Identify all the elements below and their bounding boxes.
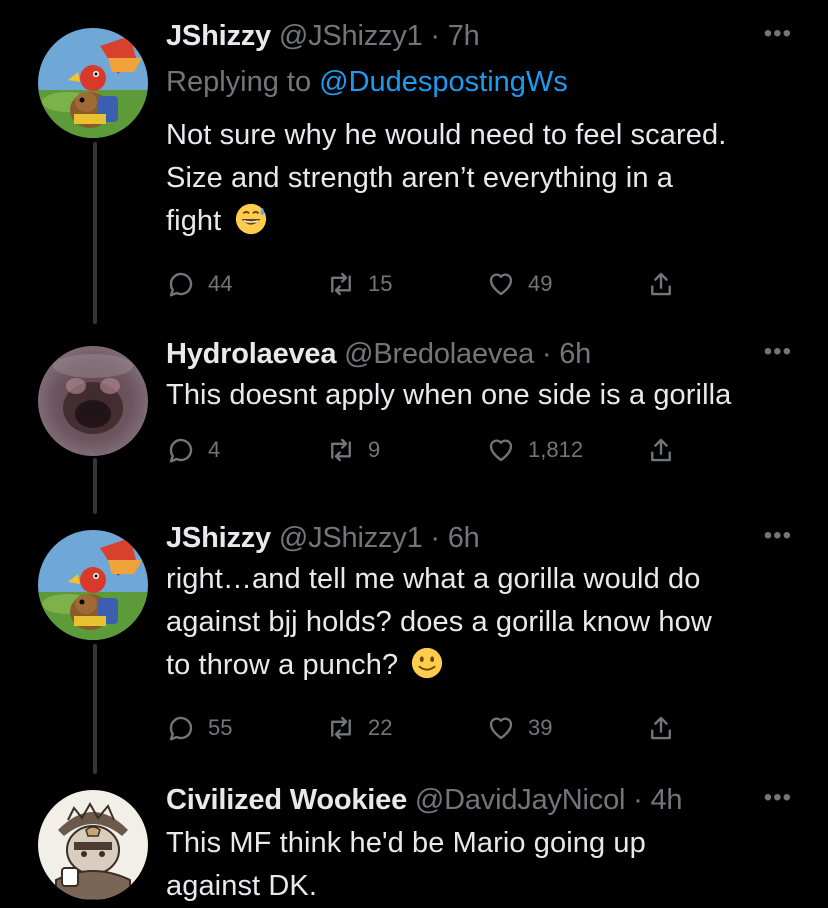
tweet-text: This doesnt apply when one side is a gor… [166, 374, 788, 417]
tweet-actions: 44 15 49 [166, 269, 788, 309]
retweet-icon [331, 716, 351, 740]
like-button[interactable]: 39 [486, 713, 552, 743]
display-name[interactable]: JShizzy [166, 20, 271, 52]
retweet-button[interactable]: 9 [326, 435, 380, 465]
avatar[interactable] [38, 28, 148, 138]
reply-button[interactable]: 55 [166, 713, 232, 743]
reply-count: 44 [208, 271, 233, 296]
timestamp[interactable]: 4h [650, 784, 682, 816]
more-options-icon[interactable]: ••• [764, 786, 792, 810]
retweet-icon [331, 272, 351, 296]
tweet-content: JShizzy @JShizzy1 · 6h ••• right…and tel… [166, 520, 791, 753]
retweet-count: 9 [368, 437, 381, 462]
replying-to-label: Replying to [166, 66, 320, 98]
display-name[interactable]: Hydrolaevea [166, 338, 336, 370]
share-icon [651, 272, 671, 296]
like-button[interactable]: 1,812 [486, 435, 583, 465]
tweet-text-line: fight [166, 200, 788, 243]
timestamp[interactable]: 6h [448, 522, 480, 554]
tweet-actions: 55 22 39 [166, 713, 788, 753]
grinning-sweat-emoji [235, 203, 266, 235]
reply-count: 4 [208, 437, 221, 462]
like-count: 49 [528, 271, 553, 296]
retweet-count: 15 [368, 271, 393, 296]
separator-dot: · [430, 522, 440, 554]
display-name[interactable]: Civilized Wookiee [166, 784, 407, 816]
thread-line [93, 458, 97, 514]
user-handle[interactable]: @Bredolaevea [344, 338, 534, 370]
replying-to: Replying to @DudespostingWs [166, 62, 788, 102]
user-handle[interactable]: @JShizzy1 [279, 20, 423, 52]
heart-icon [489, 439, 513, 462]
tweet-text-line: against bjj holds? does a gorilla know h… [166, 606, 712, 638]
separator-dot: · [541, 338, 552, 370]
tweet-text-line: This doesnt apply when one side is a gor… [166, 379, 732, 411]
tweet-text: Not sure why he would need to feel scare… [166, 114, 788, 243]
tweet-text-line: Size and strength aren’t everything in a [166, 162, 673, 194]
user-handle[interactable]: @DavidJayNicol [415, 784, 626, 816]
retweet-icon [331, 438, 351, 462]
separator-dot: · [633, 784, 643, 816]
share-icon [651, 716, 671, 740]
heart-icon [489, 273, 513, 296]
avatar[interactable] [38, 530, 148, 640]
reply-count: 55 [208, 715, 233, 740]
tweet-text-line: This MF think he'd be Mario going up [166, 827, 646, 859]
more-options-icon[interactable]: ••• [764, 524, 792, 548]
thread-line [93, 644, 97, 774]
retweet-button[interactable]: 22 [326, 713, 392, 743]
retweet-count: 22 [368, 715, 393, 740]
tweet-header: JShizzy @JShizzy1 · 7h [166, 18, 788, 54]
tweet-header: Hydrolaevea @Bredolaevea · 6h [166, 336, 788, 372]
tweet-header: Civilized Wookiee @DavidJayNicol · 4h [166, 782, 788, 818]
tweet-content: JShizzy @JShizzy1 · 7h ••• Replying to @… [166, 18, 791, 309]
reply-icon [169, 438, 193, 463]
thread-line [93, 142, 97, 324]
avatar[interactable] [38, 790, 148, 900]
share-button[interactable] [646, 713, 676, 743]
timestamp[interactable]: 7h [448, 20, 480, 52]
tweet-text-line: Not sure why he would need to feel scare… [166, 119, 727, 151]
reply-icon [169, 272, 193, 297]
reply-button[interactable]: 44 [166, 269, 232, 299]
like-count: 1,812 [528, 437, 584, 462]
tweet-text-line: right…and tell me what a gorilla would d… [166, 563, 701, 595]
separator-dot: · [430, 20, 440, 52]
tweet-content: Civilized Wookiee @DavidJayNicol · 4h ••… [166, 782, 791, 908]
like-button[interactable]: 49 [486, 269, 552, 299]
tweet-text: right…and tell me what a gorilla would d… [166, 558, 788, 687]
slightly-smiling-emoji [412, 647, 443, 679]
tweet-text-line: against DK. [166, 870, 318, 902]
tweet-header: JShizzy @JShizzy1 · 6h [166, 520, 788, 556]
more-options-icon[interactable]: ••• [764, 22, 792, 46]
share-button[interactable] [646, 269, 676, 299]
tweet-content: Hydrolaevea @Bredolaevea · 6h ••• This d… [166, 336, 791, 475]
banjo-kazooie-avatar [38, 28, 148, 138]
timestamp[interactable]: 6h [559, 338, 591, 370]
mention-link[interactable]: @DudespostingWs [319, 66, 568, 98]
reply-button[interactable]: 4 [166, 435, 220, 465]
avatar[interactable] [38, 346, 148, 456]
retweet-button[interactable]: 15 [326, 269, 392, 299]
heart-icon [489, 717, 513, 740]
share-button[interactable] [646, 435, 676, 465]
like-count: 39 [528, 715, 553, 740]
more-options-icon[interactable]: ••• [764, 340, 792, 364]
user-handle[interactable]: @JShizzy1 [279, 522, 423, 554]
blurred-face-avatar [38, 346, 148, 456]
tweet-text-line: to throw a punch? [166, 644, 788, 687]
tweet-text: This MF think he'd be Mario going up aga… [166, 822, 788, 908]
share-icon [651, 438, 671, 462]
tweet-actions: 4 9 1,812 [166, 435, 788, 475]
sketch-character-avatar [38, 790, 148, 900]
banjo-kazooie-avatar [38, 530, 148, 640]
display-name[interactable]: JShizzy [166, 522, 271, 554]
reply-icon [169, 716, 193, 741]
